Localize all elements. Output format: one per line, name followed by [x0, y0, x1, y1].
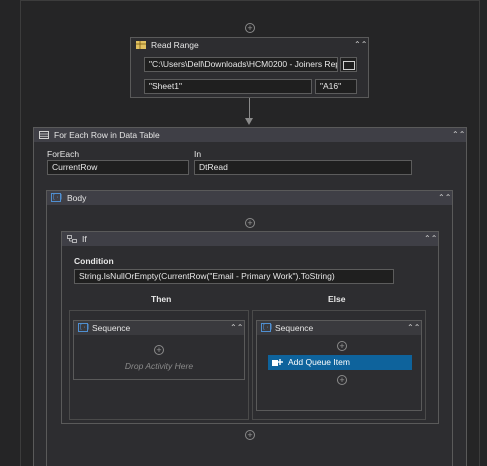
else-branch[interactable]: [·] Sequence ⌃⌃ + Add Queue Item +: [252, 310, 426, 420]
workbook-path-field[interactable]: "C:\Users\Dell\Downloads\HCM0200 - Joine…: [144, 57, 338, 72]
table-icon: [39, 131, 49, 139]
collapse-for-each-icon[interactable]: ⌃⌃: [452, 128, 465, 142]
folder-icon: [343, 61, 355, 70]
body-title: Body: [67, 193, 87, 203]
connector-line: [249, 98, 250, 120]
read-range-title: Read Range: [151, 40, 199, 50]
then-branch[interactable]: [·] Sequence ⌃⌃ + Drop Activity Here: [69, 310, 249, 420]
add-activity-top-icon[interactable]: +: [245, 23, 255, 33]
then-label: Then: [151, 294, 172, 304]
collapse-if-icon[interactable]: ⌃⌃: [424, 232, 437, 246]
read-range-header: Read Range ⌃⌃: [131, 38, 368, 52]
body-scope-icon: [·]: [51, 193, 63, 202]
sheet-name-field[interactable]: "Sheet1": [144, 79, 312, 94]
browse-folder-button[interactable]: [340, 57, 357, 72]
collapse-else-sequence-icon[interactable]: ⌃⌃: [407, 321, 420, 335]
drop-activity-placeholder[interactable]: Drop Activity Here: [74, 361, 244, 371]
then-sequence[interactable]: [·] Sequence ⌃⌃ + Drop Activity Here: [73, 320, 245, 380]
if-header: If ⌃⌃: [62, 232, 438, 246]
else-label: Else: [328, 294, 346, 304]
collapse-read-range-icon[interactable]: ⌃⌃: [354, 38, 367, 52]
connector-arrow-icon: [245, 118, 253, 125]
sequence-icon: [·]: [261, 323, 273, 332]
collapse-body-icon[interactable]: ⌃⌃: [438, 191, 451, 205]
foreach-label: ForEach: [47, 149, 80, 159]
if-title: If: [82, 234, 87, 244]
if-branch-icon: [67, 235, 77, 243]
sequence-icon: [·]: [78, 323, 90, 332]
read-range-activity[interactable]: Read Range ⌃⌃ "C:\Users\Dell\Downloads\H…: [130, 37, 369, 98]
else-sequence-header: [·] Sequence ⌃⌃: [257, 321, 421, 335]
add-queue-item-icon: [272, 359, 283, 366]
condition-field[interactable]: String.IsNullOrEmpty(CurrentRow("Email -…: [74, 269, 394, 284]
add-queue-item-activity[interactable]: Add Queue Item: [268, 355, 412, 370]
add-activity-else-bottom-icon[interactable]: +: [337, 375, 347, 385]
body-header: [·] Body ⌃⌃: [47, 191, 452, 205]
in-datatable-field[interactable]: DtRead: [194, 160, 412, 175]
add-activity-after-if-icon[interactable]: +: [245, 430, 255, 440]
else-sequence-title: Sequence: [275, 323, 314, 333]
collapse-then-sequence-icon[interactable]: ⌃⌃: [230, 321, 243, 335]
add-activity-else-top-icon[interactable]: +: [337, 341, 347, 351]
in-label: In: [194, 149, 202, 159]
add-queue-item-title: Add Queue Item: [288, 357, 350, 367]
if-activity[interactable]: If ⌃⌃ Condition String.IsNullOrEmpty(Cur…: [61, 231, 439, 424]
foreach-variable-field[interactable]: CurrentRow: [47, 160, 189, 175]
for-each-title: For Each Row in Data Table: [54, 130, 160, 140]
condition-label: Condition: [74, 256, 114, 266]
add-activity-body-icon[interactable]: +: [245, 218, 255, 228]
then-sequence-title: Sequence: [92, 323, 131, 333]
range-field[interactable]: "A16": [315, 79, 357, 94]
then-sequence-header: [·] Sequence ⌃⌃: [74, 321, 244, 335]
else-sequence[interactable]: [·] Sequence ⌃⌃ + Add Queue Item +: [256, 320, 422, 411]
add-activity-then-icon[interactable]: +: [154, 345, 164, 355]
for-each-header: For Each Row in Data Table ⌃⌃: [34, 128, 466, 142]
excel-icon: [136, 41, 146, 49]
